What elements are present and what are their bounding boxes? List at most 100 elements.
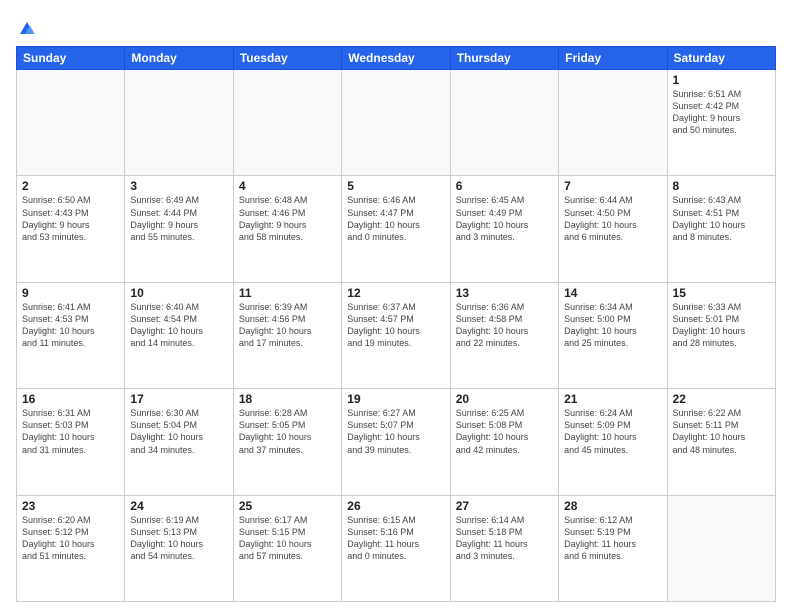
day-number: 13 [456, 286, 553, 300]
day-number: 28 [564, 499, 661, 513]
calendar-cell: 28Sunrise: 6:12 AM Sunset: 5:19 PM Dayli… [559, 495, 667, 601]
day-number: 14 [564, 286, 661, 300]
day-number: 6 [456, 179, 553, 193]
calendar-cell: 5Sunrise: 6:46 AM Sunset: 4:47 PM Daylig… [342, 176, 450, 282]
day-info: Sunrise: 6:45 AM Sunset: 4:49 PM Dayligh… [456, 194, 553, 243]
logo-icon [18, 20, 36, 38]
day-number: 18 [239, 392, 336, 406]
calendar-cell: 7Sunrise: 6:44 AM Sunset: 4:50 PM Daylig… [559, 176, 667, 282]
calendar-cell: 15Sunrise: 6:33 AM Sunset: 5:01 PM Dayli… [667, 282, 775, 388]
weekday-header-sunday: Sunday [17, 47, 125, 70]
day-info: Sunrise: 6:28 AM Sunset: 5:05 PM Dayligh… [239, 407, 336, 456]
weekday-header-thursday: Thursday [450, 47, 558, 70]
calendar-cell: 14Sunrise: 6:34 AM Sunset: 5:00 PM Dayli… [559, 282, 667, 388]
calendar-cell: 22Sunrise: 6:22 AM Sunset: 5:11 PM Dayli… [667, 389, 775, 495]
calendar-cell: 1Sunrise: 6:51 AM Sunset: 4:42 PM Daylig… [667, 70, 775, 176]
calendar-row: 9Sunrise: 6:41 AM Sunset: 4:53 PM Daylig… [17, 282, 776, 388]
day-info: Sunrise: 6:44 AM Sunset: 4:50 PM Dayligh… [564, 194, 661, 243]
day-info: Sunrise: 6:27 AM Sunset: 5:07 PM Dayligh… [347, 407, 444, 456]
calendar-cell [125, 70, 233, 176]
calendar-cell: 20Sunrise: 6:25 AM Sunset: 5:08 PM Dayli… [450, 389, 558, 495]
calendar-cell: 6Sunrise: 6:45 AM Sunset: 4:49 PM Daylig… [450, 176, 558, 282]
day-info: Sunrise: 6:34 AM Sunset: 5:00 PM Dayligh… [564, 301, 661, 350]
calendar-cell: 13Sunrise: 6:36 AM Sunset: 4:58 PM Dayli… [450, 282, 558, 388]
calendar-cell: 23Sunrise: 6:20 AM Sunset: 5:12 PM Dayli… [17, 495, 125, 601]
day-number: 19 [347, 392, 444, 406]
day-info: Sunrise: 6:24 AM Sunset: 5:09 PM Dayligh… [564, 407, 661, 456]
day-info: Sunrise: 6:51 AM Sunset: 4:42 PM Dayligh… [673, 88, 770, 137]
calendar-cell: 26Sunrise: 6:15 AM Sunset: 5:16 PM Dayli… [342, 495, 450, 601]
day-number: 17 [130, 392, 227, 406]
calendar-cell: 4Sunrise: 6:48 AM Sunset: 4:46 PM Daylig… [233, 176, 341, 282]
day-info: Sunrise: 6:49 AM Sunset: 4:44 PM Dayligh… [130, 194, 227, 243]
day-info: Sunrise: 6:41 AM Sunset: 4:53 PM Dayligh… [22, 301, 119, 350]
calendar-cell: 3Sunrise: 6:49 AM Sunset: 4:44 PM Daylig… [125, 176, 233, 282]
day-number: 12 [347, 286, 444, 300]
calendar-cell [17, 70, 125, 176]
day-info: Sunrise: 6:30 AM Sunset: 5:04 PM Dayligh… [130, 407, 227, 456]
day-info: Sunrise: 6:46 AM Sunset: 4:47 PM Dayligh… [347, 194, 444, 243]
weekday-header-tuesday: Tuesday [233, 47, 341, 70]
calendar-cell: 27Sunrise: 6:14 AM Sunset: 5:18 PM Dayli… [450, 495, 558, 601]
day-number: 22 [673, 392, 770, 406]
day-info: Sunrise: 6:17 AM Sunset: 5:15 PM Dayligh… [239, 514, 336, 563]
day-number: 1 [673, 73, 770, 87]
day-number: 11 [239, 286, 336, 300]
day-info: Sunrise: 6:22 AM Sunset: 5:11 PM Dayligh… [673, 407, 770, 456]
day-info: Sunrise: 6:43 AM Sunset: 4:51 PM Dayligh… [673, 194, 770, 243]
day-number: 26 [347, 499, 444, 513]
day-number: 27 [456, 499, 553, 513]
calendar-cell: 16Sunrise: 6:31 AM Sunset: 5:03 PM Dayli… [17, 389, 125, 495]
calendar-cell: 10Sunrise: 6:40 AM Sunset: 4:54 PM Dayli… [125, 282, 233, 388]
calendar-cell [559, 70, 667, 176]
calendar-cell [342, 70, 450, 176]
day-info: Sunrise: 6:31 AM Sunset: 5:03 PM Dayligh… [22, 407, 119, 456]
day-info: Sunrise: 6:48 AM Sunset: 4:46 PM Dayligh… [239, 194, 336, 243]
calendar-cell: 25Sunrise: 6:17 AM Sunset: 5:15 PM Dayli… [233, 495, 341, 601]
weekday-header-friday: Friday [559, 47, 667, 70]
day-info: Sunrise: 6:25 AM Sunset: 5:08 PM Dayligh… [456, 407, 553, 456]
day-info: Sunrise: 6:19 AM Sunset: 5:13 PM Dayligh… [130, 514, 227, 563]
day-info: Sunrise: 6:50 AM Sunset: 4:43 PM Dayligh… [22, 194, 119, 243]
calendar-cell: 21Sunrise: 6:24 AM Sunset: 5:09 PM Dayli… [559, 389, 667, 495]
calendar-row: 16Sunrise: 6:31 AM Sunset: 5:03 PM Dayli… [17, 389, 776, 495]
calendar-cell: 8Sunrise: 6:43 AM Sunset: 4:51 PM Daylig… [667, 176, 775, 282]
calendar-cell: 12Sunrise: 6:37 AM Sunset: 4:57 PM Dayli… [342, 282, 450, 388]
calendar-row: 2Sunrise: 6:50 AM Sunset: 4:43 PM Daylig… [17, 176, 776, 282]
day-number: 21 [564, 392, 661, 406]
weekday-header-row: SundayMondayTuesdayWednesdayThursdayFrid… [17, 47, 776, 70]
calendar-row: 1Sunrise: 6:51 AM Sunset: 4:42 PM Daylig… [17, 70, 776, 176]
day-number: 8 [673, 179, 770, 193]
logo [16, 20, 40, 38]
day-info: Sunrise: 6:12 AM Sunset: 5:19 PM Dayligh… [564, 514, 661, 563]
day-number: 5 [347, 179, 444, 193]
day-number: 10 [130, 286, 227, 300]
day-info: Sunrise: 6:14 AM Sunset: 5:18 PM Dayligh… [456, 514, 553, 563]
day-number: 20 [456, 392, 553, 406]
day-number: 2 [22, 179, 119, 193]
calendar-cell [450, 70, 558, 176]
calendar-cell: 19Sunrise: 6:27 AM Sunset: 5:07 PM Dayli… [342, 389, 450, 495]
calendar-cell [233, 70, 341, 176]
calendar-row: 23Sunrise: 6:20 AM Sunset: 5:12 PM Dayli… [17, 495, 776, 601]
day-number: 24 [130, 499, 227, 513]
calendar-cell [667, 495, 775, 601]
weekday-header-wednesday: Wednesday [342, 47, 450, 70]
calendar-cell: 2Sunrise: 6:50 AM Sunset: 4:43 PM Daylig… [17, 176, 125, 282]
calendar-cell: 24Sunrise: 6:19 AM Sunset: 5:13 PM Dayli… [125, 495, 233, 601]
calendar-table: SundayMondayTuesdayWednesdayThursdayFrid… [16, 46, 776, 602]
day-info: Sunrise: 6:39 AM Sunset: 4:56 PM Dayligh… [239, 301, 336, 350]
day-info: Sunrise: 6:40 AM Sunset: 4:54 PM Dayligh… [130, 301, 227, 350]
calendar-cell: 9Sunrise: 6:41 AM Sunset: 4:53 PM Daylig… [17, 282, 125, 388]
calendar-cell: 18Sunrise: 6:28 AM Sunset: 5:05 PM Dayli… [233, 389, 341, 495]
day-info: Sunrise: 6:33 AM Sunset: 5:01 PM Dayligh… [673, 301, 770, 350]
page: SundayMondayTuesdayWednesdayThursdayFrid… [0, 0, 792, 612]
day-info: Sunrise: 6:36 AM Sunset: 4:58 PM Dayligh… [456, 301, 553, 350]
calendar-cell: 11Sunrise: 6:39 AM Sunset: 4:56 PM Dayli… [233, 282, 341, 388]
day-number: 25 [239, 499, 336, 513]
day-number: 9 [22, 286, 119, 300]
day-info: Sunrise: 6:15 AM Sunset: 5:16 PM Dayligh… [347, 514, 444, 563]
day-info: Sunrise: 6:20 AM Sunset: 5:12 PM Dayligh… [22, 514, 119, 563]
day-number: 15 [673, 286, 770, 300]
day-number: 23 [22, 499, 119, 513]
